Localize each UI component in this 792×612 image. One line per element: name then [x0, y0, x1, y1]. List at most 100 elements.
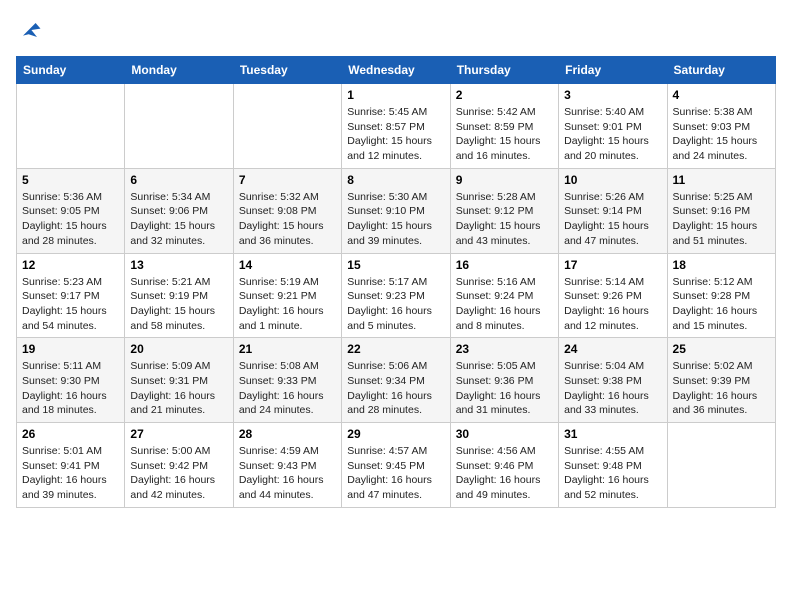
- calendar-cell: 18 Sunrise: 5:12 AM Sunset: 9:28 PM Dayli…: [667, 253, 775, 338]
- day-number: 20: [130, 342, 227, 356]
- day-number: 27: [130, 427, 227, 441]
- calendar-week-row: 12 Sunrise: 5:23 AM Sunset: 9:17 PM Dayli…: [17, 253, 776, 338]
- calendar-cell: [125, 84, 233, 169]
- day-info: Sunrise: 5:16 AM Sunset: 9:24 PM Dayligh…: [456, 275, 553, 334]
- logo-bird-icon: [16, 16, 44, 44]
- day-number: 18: [673, 258, 770, 272]
- day-info: Sunrise: 5:30 AM Sunset: 9:10 PM Dayligh…: [347, 190, 444, 249]
- calendar-cell: 30 Sunrise: 4:56 AM Sunset: 9:46 PM Dayli…: [450, 423, 558, 508]
- day-number: 30: [456, 427, 553, 441]
- day-number: 4: [673, 88, 770, 102]
- day-info: Sunrise: 5:38 AM Sunset: 9:03 PM Dayligh…: [673, 105, 770, 164]
- calendar-cell: 3Sunrise: 5:40 AM Sunset: 9:01 PM Daylig…: [559, 84, 667, 169]
- calendar-table: SundayMondayTuesdayWednesdayThursdayFrid…: [16, 56, 776, 508]
- calendar-cell: 23Sunrise: 5:05 AM Sunset: 9:36 PM Dayli…: [450, 338, 558, 423]
- calendar-cell: 24 Sunrise: 5:04 AM Sunset: 9:38 PM Dayli…: [559, 338, 667, 423]
- calendar-cell: 29Sunrise: 4:57 AM Sunset: 9:45 PM Dayli…: [342, 423, 450, 508]
- day-info: Sunrise: 5:19 AM Sunset: 9:21 PM Dayligh…: [239, 275, 336, 334]
- day-number: 13: [130, 258, 227, 272]
- day-info: Sunrise: 5:05 AM Sunset: 9:36 PM Dayligh…: [456, 359, 553, 418]
- calendar-header-row: SundayMondayTuesdayWednesdayThursdayFrid…: [17, 57, 776, 84]
- day-number: 2: [456, 88, 553, 102]
- day-number: 11: [673, 173, 770, 187]
- day-info: Sunrise: 5:26 AM Sunset: 9:14 PM Dayligh…: [564, 190, 661, 249]
- day-number: 10: [564, 173, 661, 187]
- calendar-cell: 28 Sunrise: 4:59 AM Sunset: 9:43 PM Dayli…: [233, 423, 341, 508]
- day-info: Sunrise: 5:21 AM Sunset: 9:19 PM Dayligh…: [130, 275, 227, 334]
- calendar-cell: 21Sunrise: 5:08 AM Sunset: 9:33 PM Dayli…: [233, 338, 341, 423]
- column-header-saturday: Saturday: [667, 57, 775, 84]
- day-number: 19: [22, 342, 119, 356]
- day-number: 16: [456, 258, 553, 272]
- day-info: Sunrise: 4:56 AM Sunset: 9:46 PM Dayligh…: [456, 444, 553, 503]
- calendar-cell: 13 Sunrise: 5:21 AM Sunset: 9:19 PM Dayli…: [125, 253, 233, 338]
- day-number: 6: [130, 173, 227, 187]
- day-info: Sunrise: 5:04 AM Sunset: 9:38 PM Dayligh…: [564, 359, 661, 418]
- calendar-cell: 19 Sunrise: 5:11 AM Sunset: 9:30 PM Dayli…: [17, 338, 125, 423]
- calendar-cell: [17, 84, 125, 169]
- day-info: Sunrise: 5:40 AM Sunset: 9:01 PM Dayligh…: [564, 105, 661, 164]
- day-number: 7: [239, 173, 336, 187]
- day-info: Sunrise: 5:01 AM Sunset: 9:41 PM Dayligh…: [22, 444, 119, 503]
- calendar-cell: 20 Sunrise: 5:09 AM Sunset: 9:31 PM Dayli…: [125, 338, 233, 423]
- calendar-cell: 7Sunrise: 5:32 AM Sunset: 9:08 PM Daylig…: [233, 168, 341, 253]
- calendar-cell: 11 Sunrise: 5:25 AM Sunset: 9:16 PM Dayli…: [667, 168, 775, 253]
- day-info: Sunrise: 5:11 AM Sunset: 9:30 PM Dayligh…: [22, 359, 119, 418]
- column-header-thursday: Thursday: [450, 57, 558, 84]
- calendar-week-row: 26 Sunrise: 5:01 AM Sunset: 9:41 PM Dayli…: [17, 423, 776, 508]
- day-info: Sunrise: 5:17 AM Sunset: 9:23 PM Dayligh…: [347, 275, 444, 334]
- day-info: Sunrise: 4:59 AM Sunset: 9:43 PM Dayligh…: [239, 444, 336, 503]
- calendar-cell: 15 Sunrise: 5:17 AM Sunset: 9:23 PM Dayli…: [342, 253, 450, 338]
- day-info: Sunrise: 5:06 AM Sunset: 9:34 PM Dayligh…: [347, 359, 444, 418]
- day-info: Sunrise: 5:00 AM Sunset: 9:42 PM Dayligh…: [130, 444, 227, 503]
- day-number: 24: [564, 342, 661, 356]
- day-number: 28: [239, 427, 336, 441]
- calendar-week-row: 1 Sunrise: 5:45 AM Sunset: 8:57 PM Daylig…: [17, 84, 776, 169]
- calendar-cell: 6 Sunrise: 5:34 AM Sunset: 9:06 PM Daylig…: [125, 168, 233, 253]
- calendar-cell: 16 Sunrise: 5:16 AM Sunset: 9:24 PM Dayli…: [450, 253, 558, 338]
- day-info: Sunrise: 5:23 AM Sunset: 9:17 PM Dayligh…: [22, 275, 119, 334]
- day-info: Sunrise: 5:12 AM Sunset: 9:28 PM Dayligh…: [673, 275, 770, 334]
- calendar-cell: 4 Sunrise: 5:38 AM Sunset: 9:03 PM Daylig…: [667, 84, 775, 169]
- day-info: Sunrise: 5:02 AM Sunset: 9:39 PM Dayligh…: [673, 359, 770, 418]
- column-header-sunday: Sunday: [17, 57, 125, 84]
- calendar-cell: 12 Sunrise: 5:23 AM Sunset: 9:17 PM Dayli…: [17, 253, 125, 338]
- day-info: Sunrise: 5:34 AM Sunset: 9:06 PM Dayligh…: [130, 190, 227, 249]
- day-info: Sunrise: 5:36 AM Sunset: 9:05 PM Dayligh…: [22, 190, 119, 249]
- day-number: 15: [347, 258, 444, 272]
- day-number: 31: [564, 427, 661, 441]
- logo: [16, 16, 48, 44]
- calendar-cell: 14 Sunrise: 5:19 AM Sunset: 9:21 PM Dayli…: [233, 253, 341, 338]
- calendar-cell: [233, 84, 341, 169]
- calendar-week-row: 5Sunrise: 5:36 AM Sunset: 9:05 PM Daylig…: [17, 168, 776, 253]
- calendar-cell: 17 Sunrise: 5:14 AM Sunset: 9:26 PM Dayli…: [559, 253, 667, 338]
- column-header-wednesday: Wednesday: [342, 57, 450, 84]
- day-info: Sunrise: 4:57 AM Sunset: 9:45 PM Dayligh…: [347, 444, 444, 503]
- calendar-cell: 2 Sunrise: 5:42 AM Sunset: 8:59 PM Daylig…: [450, 84, 558, 169]
- day-number: 21: [239, 342, 336, 356]
- day-number: 1: [347, 88, 444, 102]
- calendar-cell: 27 Sunrise: 5:00 AM Sunset: 9:42 PM Dayli…: [125, 423, 233, 508]
- calendar-cell: 22 Sunrise: 5:06 AM Sunset: 9:34 PM Dayli…: [342, 338, 450, 423]
- day-number: 25: [673, 342, 770, 356]
- calendar-cell: 1 Sunrise: 5:45 AM Sunset: 8:57 PM Daylig…: [342, 84, 450, 169]
- day-number: 26: [22, 427, 119, 441]
- day-info: Sunrise: 5:45 AM Sunset: 8:57 PM Dayligh…: [347, 105, 444, 164]
- page-header: [16, 16, 776, 44]
- day-number: 14: [239, 258, 336, 272]
- day-number: 17: [564, 258, 661, 272]
- day-info: Sunrise: 5:28 AM Sunset: 9:12 PM Dayligh…: [456, 190, 553, 249]
- day-info: Sunrise: 5:09 AM Sunset: 9:31 PM Dayligh…: [130, 359, 227, 418]
- day-info: Sunrise: 5:42 AM Sunset: 8:59 PM Dayligh…: [456, 105, 553, 164]
- day-number: 12: [22, 258, 119, 272]
- calendar-cell: 8 Sunrise: 5:30 AM Sunset: 9:10 PM Daylig…: [342, 168, 450, 253]
- column-header-friday: Friday: [559, 57, 667, 84]
- day-info: Sunrise: 5:25 AM Sunset: 9:16 PM Dayligh…: [673, 190, 770, 249]
- calendar-week-row: 19 Sunrise: 5:11 AM Sunset: 9:30 PM Dayli…: [17, 338, 776, 423]
- day-number: 22: [347, 342, 444, 356]
- calendar-cell: 31Sunrise: 4:55 AM Sunset: 9:48 PM Dayli…: [559, 423, 667, 508]
- day-number: 9: [456, 173, 553, 187]
- calendar-cell: 5Sunrise: 5:36 AM Sunset: 9:05 PM Daylig…: [17, 168, 125, 253]
- day-info: Sunrise: 5:14 AM Sunset: 9:26 PM Dayligh…: [564, 275, 661, 334]
- day-number: 8: [347, 173, 444, 187]
